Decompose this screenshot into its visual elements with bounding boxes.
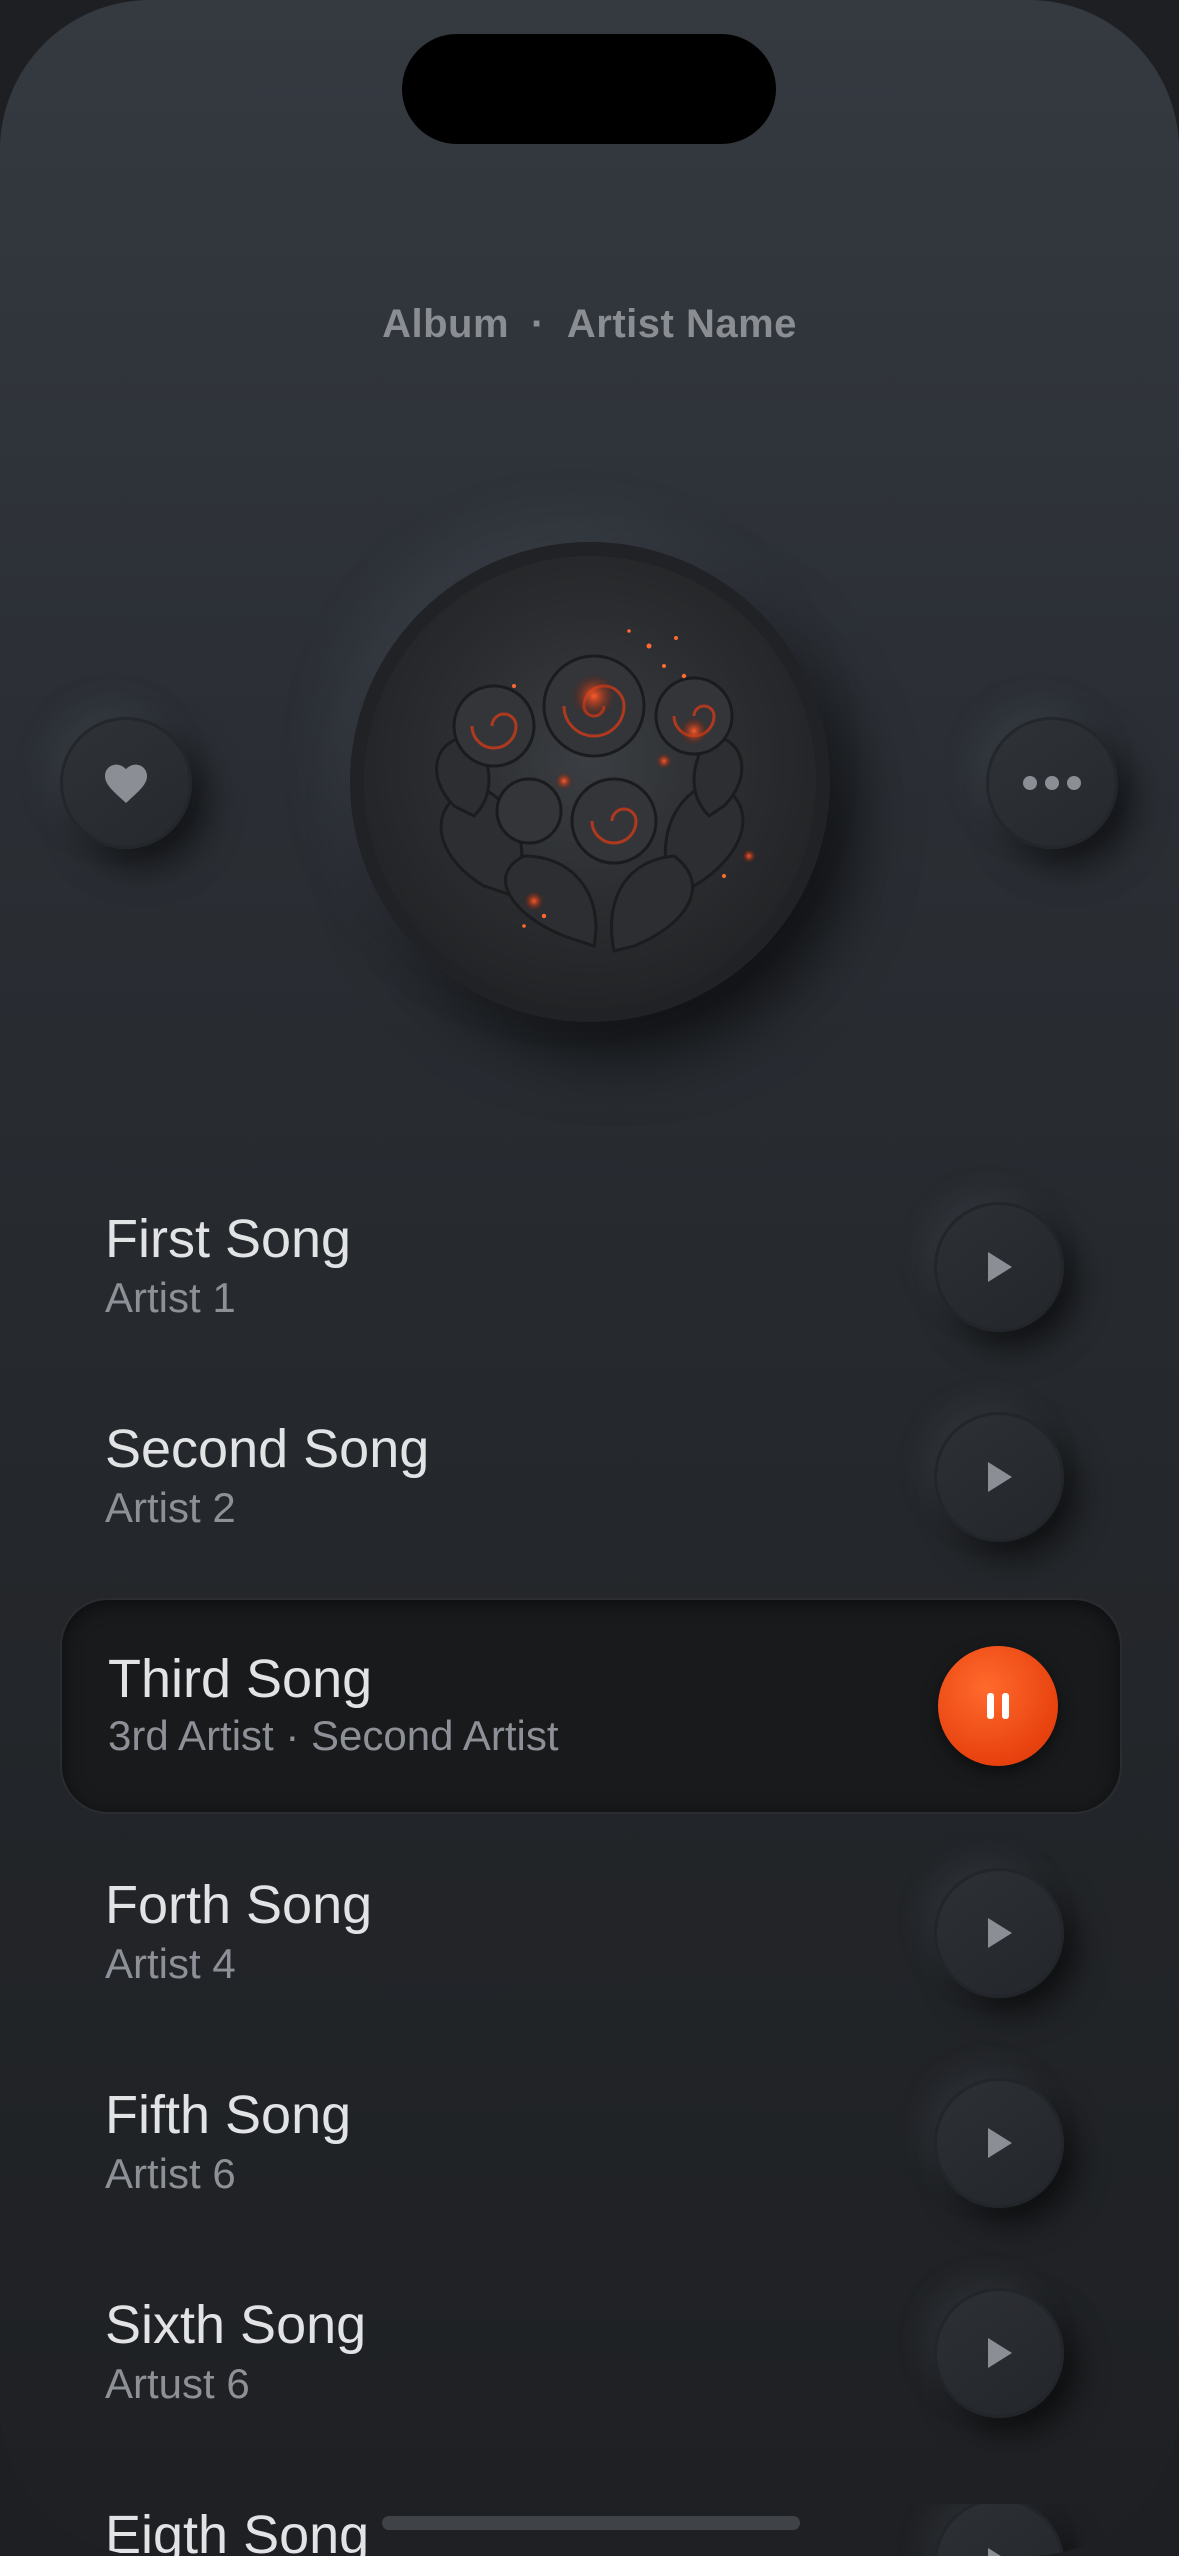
play-icon xyxy=(988,1252,1012,1282)
song-title: Eigth Song xyxy=(105,2505,370,2556)
dynamic-island xyxy=(402,34,776,144)
artist-name: Artist Name xyxy=(566,302,797,346)
song-row-2[interactable]: Second Song Artist 2 xyxy=(0,1412,1179,1588)
pause-icon xyxy=(987,1693,1009,1719)
favorite-button[interactable] xyxy=(60,717,192,849)
play-icon xyxy=(988,2338,1012,2368)
song-row-4[interactable]: Forth Song Artist 4 xyxy=(0,1868,1179,2044)
song-row-7[interactable]: Eigth Song xyxy=(0,2504,1179,2556)
song-title: Forth Song xyxy=(105,1875,373,1935)
song-row-3-active[interactable]: Third Song 3rd Artist · Second Artist xyxy=(60,1598,1122,1814)
song-artist: Artist 1 xyxy=(105,1274,236,1321)
play-button[interactable] xyxy=(934,1202,1064,1332)
album-label: Album xyxy=(382,302,510,346)
play-button[interactable] xyxy=(934,2288,1064,2418)
play-icon xyxy=(988,2128,1012,2158)
album-header: Album · Artist Name xyxy=(0,302,1179,347)
separator-dot: · xyxy=(531,302,545,346)
song-title: Third Song xyxy=(108,1649,373,1709)
album-cover-image xyxy=(364,556,816,1008)
heart-icon xyxy=(105,764,147,803)
play-icon xyxy=(988,1462,1012,1492)
home-indicator[interactable] xyxy=(382,2516,800,2530)
song-artist: Artist 6 xyxy=(105,2150,236,2197)
song-row-6[interactable]: Sixth Song Artust 6 xyxy=(0,2288,1179,2464)
more-options-button[interactable] xyxy=(986,717,1118,849)
song-artist: Artust 6 xyxy=(105,2360,250,2407)
play-button[interactable] xyxy=(934,2504,1064,2556)
play-button[interactable] xyxy=(934,1868,1064,1998)
song-title: First Song xyxy=(105,1209,352,1269)
song-artist: Artist 2 xyxy=(105,1484,236,1531)
album-cover-frame xyxy=(350,542,830,1022)
play-button[interactable] xyxy=(934,1412,1064,1542)
pause-button[interactable] xyxy=(938,1646,1058,1766)
play-button[interactable] xyxy=(934,2078,1064,2208)
phone-screen: Album · Artist Name First Song Artist 1 … xyxy=(0,0,1179,2556)
more-icon xyxy=(1023,776,1081,790)
play-icon xyxy=(988,1918,1012,1948)
song-artist: Artist 4 xyxy=(105,1940,236,1987)
song-title: Fifth Song xyxy=(105,2085,352,2145)
song-row-5[interactable]: Fifth Song Artist 6 xyxy=(0,2078,1179,2254)
play-icon xyxy=(988,2548,1001,2556)
song-artist: 3rd Artist · Second Artist xyxy=(108,1712,559,1759)
song-row-1[interactable]: First Song Artist 1 xyxy=(0,1202,1179,1378)
song-title: Sixth Song xyxy=(105,2295,367,2355)
song-title: Second Song xyxy=(105,1419,430,1479)
